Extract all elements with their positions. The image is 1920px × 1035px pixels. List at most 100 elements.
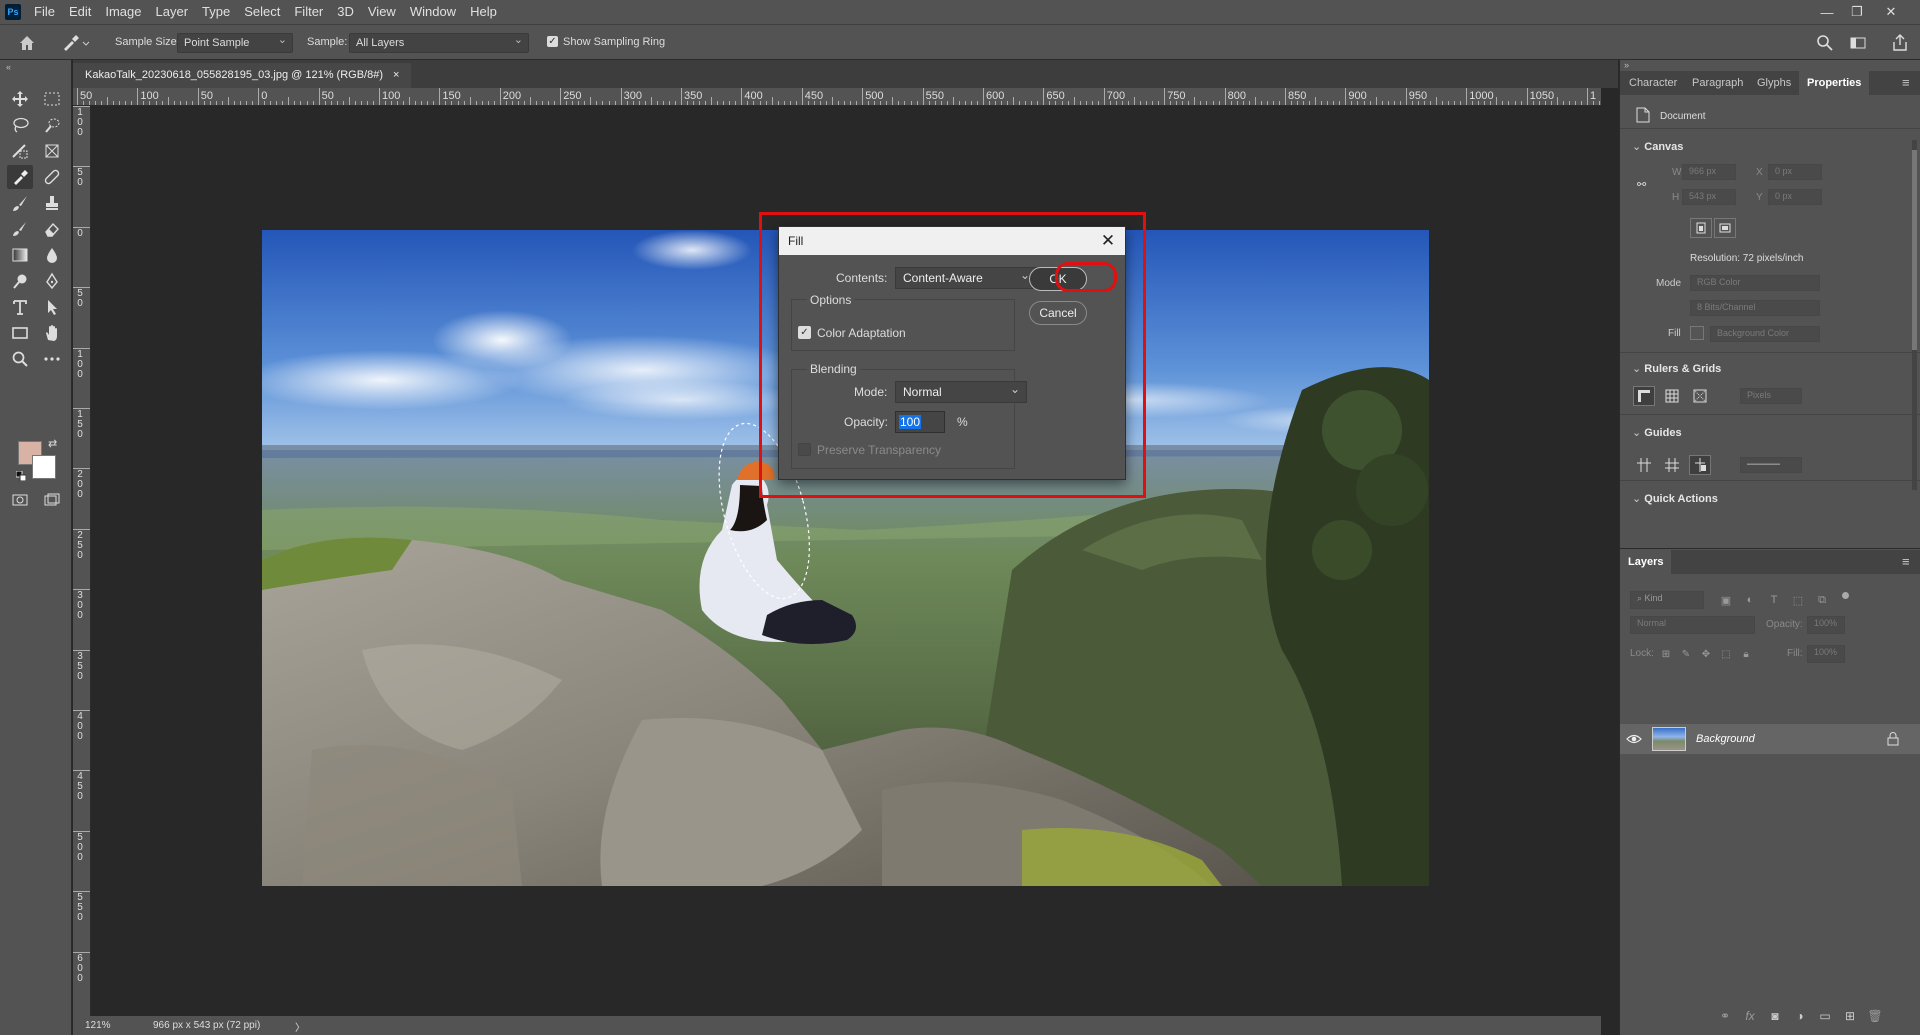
menu-layer[interactable]: Layer	[149, 0, 196, 24]
quick-selection-tool-icon[interactable]	[39, 113, 65, 137]
layer-blend-mode-dropdown[interactable]: Normal	[1630, 616, 1755, 634]
tab-paragraph[interactable]: Paragraph	[1692, 71, 1743, 95]
canvas-section-header[interactable]: Canvas	[1632, 140, 1683, 153]
guides-icon[interactable]	[1633, 455, 1655, 475]
new-layer-icon[interactable]: ⊞	[1839, 1006, 1861, 1026]
menu-file[interactable]: File	[27, 0, 62, 24]
fill-dropdown[interactable]: Background Color	[1710, 326, 1820, 342]
menu-select[interactable]: Select	[237, 0, 287, 24]
object-selection-tool-icon[interactable]	[7, 139, 33, 163]
layer-fill-input[interactable]: 100%	[1807, 645, 1845, 663]
menu-filter[interactable]: Filter	[287, 0, 330, 24]
y-input[interactable]: 0 px	[1768, 189, 1822, 205]
close-document-icon[interactable]: ×	[393, 69, 399, 82]
blur-tool-icon[interactable]	[39, 243, 65, 267]
fx-icon[interactable]: fx	[1739, 1006, 1761, 1026]
minimize-button[interactable]: —	[1812, 0, 1842, 24]
landscape-orientation-icon[interactable]	[1714, 218, 1736, 238]
fill-color-swatch[interactable]	[1690, 326, 1704, 340]
share-icon[interactable]	[1890, 33, 1912, 53]
hand-tool-icon[interactable]	[39, 321, 65, 345]
filter-adjustment-icon[interactable]: ◐	[1739, 590, 1761, 610]
tab-layers[interactable]: Layers	[1620, 550, 1672, 574]
healing-brush-tool-icon[interactable]	[39, 165, 65, 189]
menu-help[interactable]: Help	[463, 0, 504, 24]
link-dimensions-icon[interactable]: ⚯	[1637, 178, 1646, 191]
menu-3d[interactable]: 3D	[330, 0, 361, 24]
document-tab[interactable]: KakaoTalk_20230618_055828195_03.jpg @ 12…	[73, 63, 412, 88]
vertical-ruler[interactable]: 1005005010015020025030035040045050055060…	[73, 106, 91, 1016]
layer-opacity-input[interactable]: 100%	[1807, 616, 1845, 634]
x-input[interactable]: 0 px	[1768, 164, 1822, 180]
restore-button[interactable]: ❐	[1842, 0, 1872, 24]
collapse-panel-icon[interactable]: »	[1624, 60, 1629, 70]
menu-view[interactable]: View	[361, 0, 403, 24]
lock-transparent-icon[interactable]: ⊞	[1655, 644, 1677, 664]
lock-all-icon[interactable]: 🔒︎	[1735, 644, 1757, 664]
default-colors-icon[interactable]	[15, 470, 27, 482]
quick-mask-icon[interactable]	[7, 488, 33, 512]
guides-section-header[interactable]: Guides	[1632, 426, 1681, 439]
marquee-tool-icon[interactable]	[39, 87, 65, 111]
new-group-icon[interactable]: ▭	[1814, 1006, 1836, 1026]
history-brush-tool-icon[interactable]	[7, 217, 33, 241]
width-input[interactable]: 966 px	[1682, 164, 1736, 180]
tab-properties[interactable]: Properties	[1799, 71, 1870, 95]
screen-mode-icon[interactable]	[39, 488, 65, 512]
lock-artboard-icon[interactable]: ⬚	[1715, 644, 1737, 664]
adjustment-layer-icon[interactable]: ◑	[1789, 1006, 1811, 1026]
properties-scrollbar[interactable]	[1912, 140, 1917, 490]
eraser-tool-icon[interactable]	[39, 217, 65, 241]
tab-glyphs[interactable]: Glyphs	[1757, 71, 1791, 95]
status-menu-arrow-icon[interactable]: 〉	[295, 1019, 305, 1034]
link-layers-icon[interactable]: ⚭	[1714, 1006, 1736, 1026]
grid-icon[interactable]	[1661, 386, 1683, 406]
more-tools-icon[interactable]	[39, 347, 65, 371]
frame-tool-icon[interactable]	[39, 139, 65, 163]
swap-colors-icon[interactable]: ⇄	[48, 437, 57, 450]
menu-edit[interactable]: Edit	[62, 0, 98, 24]
type-tool-icon[interactable]	[7, 295, 33, 319]
filter-toggle-icon[interactable]	[1842, 592, 1849, 599]
menu-window[interactable]: Window	[403, 0, 463, 24]
sample-dropdown[interactable]: All Layers	[349, 33, 529, 53]
lasso-tool-icon[interactable]	[7, 113, 33, 137]
rulers-grids-section-header[interactable]: Rulers & Grids	[1632, 362, 1721, 375]
collapse-toolbar-icon[interactable]: «	[6, 62, 11, 72]
panel-menu-icon[interactable]: ≡	[1902, 71, 1910, 95]
rectangle-tool-icon[interactable]	[7, 321, 33, 345]
sample-size-dropdown[interactable]: Point Sample	[177, 33, 293, 53]
ruler-units-dropdown[interactable]: Pixels	[1740, 388, 1802, 404]
move-tool-icon[interactable]	[7, 87, 33, 111]
add-guides-icon[interactable]	[1661, 455, 1683, 475]
show-sampling-ring-checkbox[interactable]: ✓	[547, 36, 558, 47]
layer-name[interactable]: Background	[1696, 733, 1755, 745]
layers-menu-icon[interactable]: ≡	[1902, 554, 1910, 569]
filter-smart-object-icon[interactable]: ⧉	[1811, 590, 1833, 610]
portrait-orientation-icon[interactable]	[1690, 218, 1712, 238]
pixel-grid-icon[interactable]	[1689, 386, 1711, 406]
zoom-level[interactable]: 121%	[85, 1020, 111, 1031]
bit-depth-dropdown[interactable]: 8 Bits/Channel	[1690, 300, 1820, 316]
eye-visibility-icon[interactable]	[1626, 732, 1642, 746]
path-selection-tool-icon[interactable]	[39, 295, 65, 319]
gradient-tool-icon[interactable]	[7, 243, 33, 267]
horizontal-ruler[interactable]: 50 100 50 0 50 100 150 200 250 300 350 400 450 500 550…	[73, 88, 1601, 106]
smart-guides-icon[interactable]	[1689, 455, 1711, 475]
delete-layer-icon[interactable]: 🗑︎	[1864, 1006, 1886, 1026]
filter-shape-icon[interactable]: ⬚	[1787, 590, 1809, 610]
lock-image-icon[interactable]: ✎	[1675, 644, 1697, 664]
background-color-swatch[interactable]	[32, 455, 56, 479]
layer-lock-icon[interactable]	[1887, 732, 1899, 746]
filter-type-icon[interactable]: T	[1763, 590, 1785, 610]
color-mode-dropdown[interactable]: RGB Color	[1690, 275, 1820, 291]
zoom-tool-icon[interactable]	[7, 347, 33, 371]
pen-tool-icon[interactable]	[39, 269, 65, 293]
home-icon[interactable]	[17, 33, 37, 53]
quick-actions-section-header[interactable]: Quick Actions	[1632, 492, 1718, 505]
menu-type[interactable]: Type	[195, 0, 237, 24]
dodge-tool-icon[interactable]	[7, 269, 33, 293]
menu-image[interactable]: Image	[98, 0, 148, 24]
filter-pixel-icon[interactable]: ▣	[1715, 590, 1737, 610]
layer-kind-filter[interactable]: ⌕ Kind	[1630, 591, 1704, 609]
